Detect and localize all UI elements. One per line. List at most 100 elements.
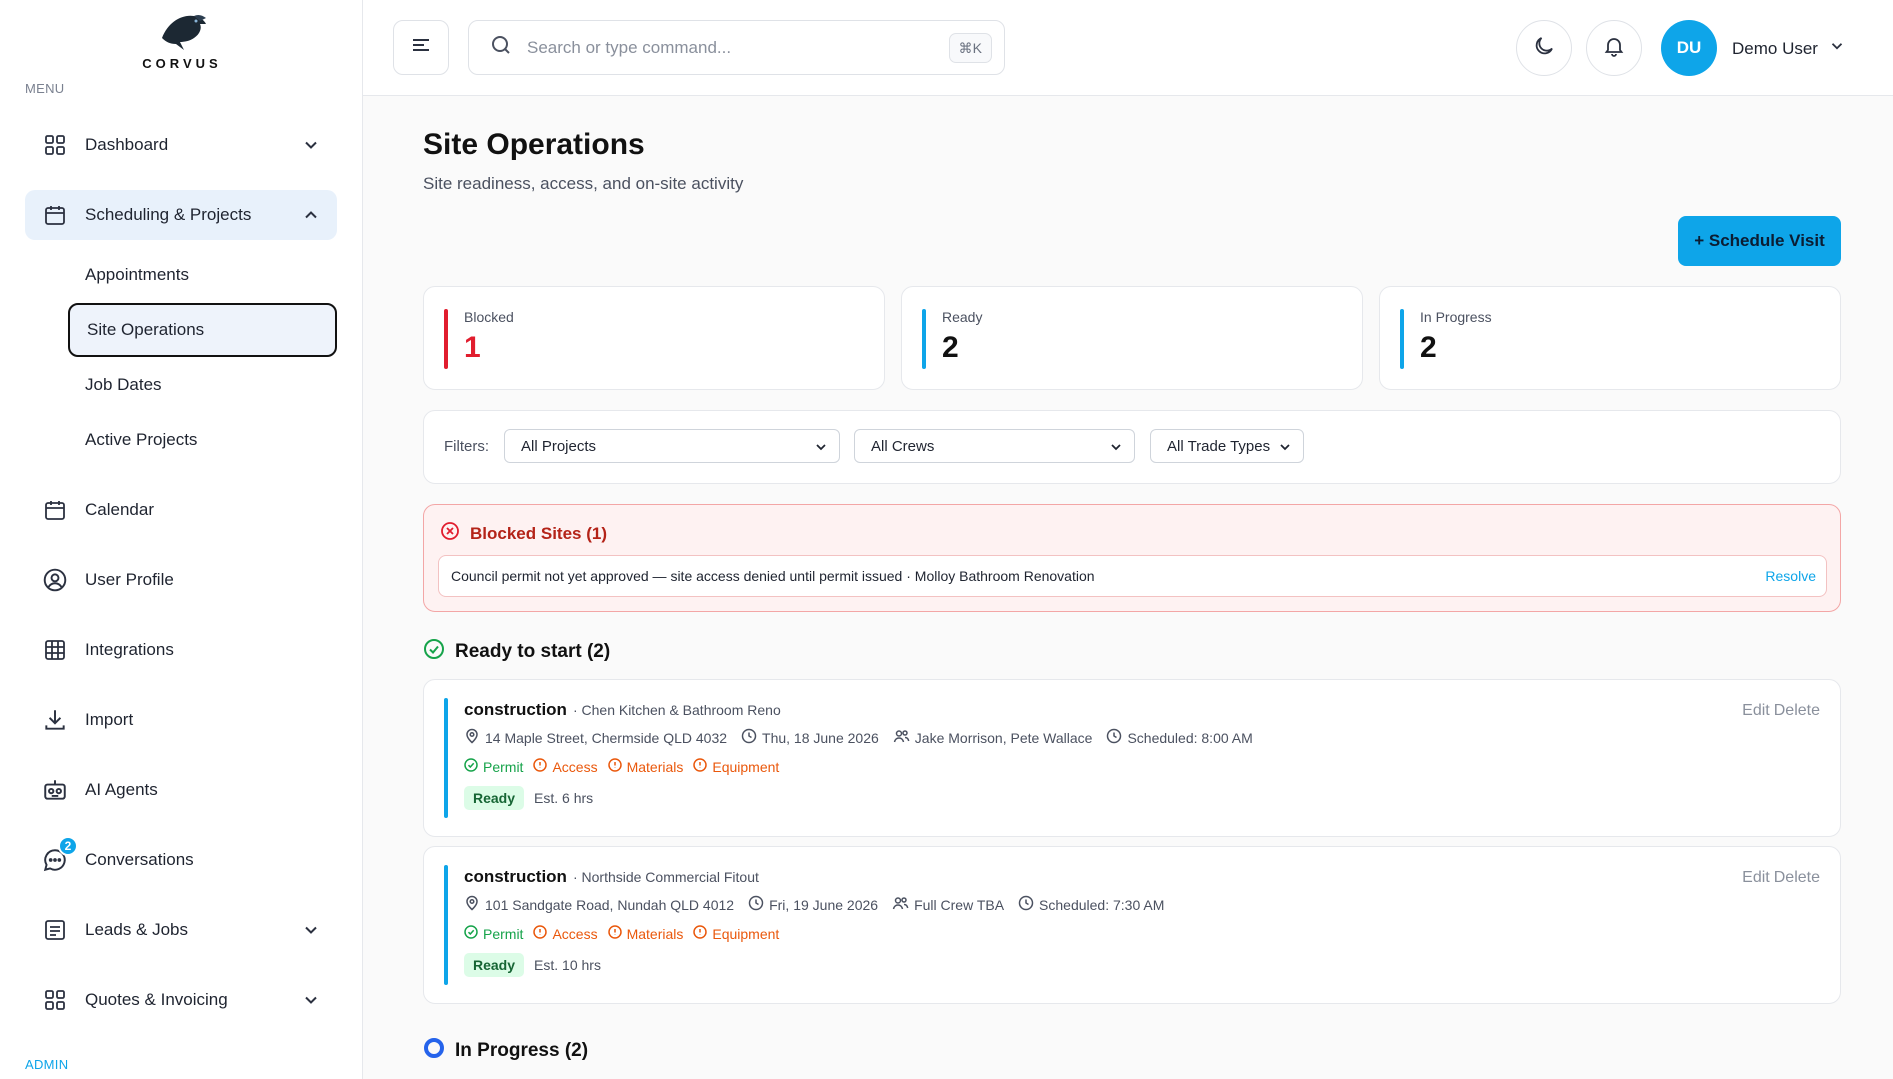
filters-bar: Filters: All Projects All Crews All Trad… (423, 410, 1841, 484)
access-check: Access (533, 925, 598, 942)
check-label: Materials (626, 758, 684, 775)
search-icon (489, 33, 513, 62)
stat-card-ready[interactable]: Ready 2 (901, 286, 1363, 390)
search-shortcut-hint: ⌘K (948, 33, 992, 63)
edit-button[interactable]: Edit (1742, 702, 1770, 720)
job-type: construction (464, 700, 567, 719)
blocked-reason: Council permit not yet approved — site a… (451, 568, 1095, 584)
clock-icon (1018, 895, 1034, 914)
job-status-row: Ready Est. 6 hrs (464, 786, 593, 810)
stat-value: 2 (942, 331, 959, 364)
chevron-down-icon (1828, 37, 1846, 60)
user-menu[interactable]: Demo User (1732, 37, 1846, 60)
sidebar-item-dashboard[interactable]: Dashboard (25, 120, 337, 170)
sidebar-item-integrations[interactable]: Integrations (25, 625, 337, 675)
sidebar-item-label: Calendar (85, 500, 154, 519)
avatar[interactable]: DU (1661, 20, 1717, 76)
sidebar-subitem-site-operations[interactable]: Site Operations (68, 303, 337, 357)
permit-check: Permit (464, 758, 523, 775)
table-icon (41, 636, 69, 664)
sidebar-item-ai-agents[interactable]: AI Agents (25, 765, 337, 815)
sidebar-item-import[interactable]: Import (25, 695, 337, 745)
schedule-visit-button[interactable]: + Schedule Visit (1678, 216, 1841, 266)
map-pin-icon (464, 895, 480, 914)
job-type: construction (464, 867, 567, 886)
sidebar-item-label: AI Agents (85, 780, 158, 799)
notifications-button[interactable] (1586, 20, 1642, 76)
job-project: · Northside Commercial Fitout (572, 869, 759, 885)
page-subtitle: Site readiness, access, and on-site acti… (423, 174, 744, 193)
ready-section-header: Ready to start (2) (423, 638, 610, 666)
user-name: Demo User (1732, 38, 1818, 58)
select-value: All Crews (871, 437, 935, 455)
status-bar-red (444, 309, 448, 369)
sidebar-subitem-appointments[interactable]: Appointments (68, 248, 337, 302)
list-icon (41, 916, 69, 944)
job-meta: 14 Maple Street, Chermside QLD 4032 Thu,… (464, 728, 1267, 747)
check-label: Permit (483, 925, 524, 942)
sidebar-item-label: Integrations (85, 640, 174, 659)
topbar: ⌘K DU Demo User (363, 0, 1893, 96)
calendar-icon (41, 201, 69, 229)
delete-button[interactable]: Delete (1774, 702, 1820, 720)
alert-circle-icon (607, 925, 622, 942)
x-circle-icon (440, 521, 460, 546)
status-badge: Ready (464, 786, 525, 810)
sidebar-item-label: Dashboard (85, 135, 169, 154)
sidebar-item-label: Scheduling & Projects (85, 205, 252, 224)
blocked-sites-title: Blocked Sites (1) (470, 523, 607, 543)
job-card[interactable]: construction · Northside Commercial Fitou… (423, 846, 1841, 1004)
check-label: Permit (483, 758, 524, 775)
sidebar-toggle-button[interactable] (393, 20, 449, 75)
project-filter-select[interactable]: All Projects (504, 429, 840, 463)
date-text: Thu, 18 June 2026 (762, 729, 879, 746)
job-card[interactable]: construction · Chen Kitchen & Bathroom Re… (423, 679, 1841, 837)
job-readiness-checks: Permit Access Materials Equipment (464, 758, 789, 775)
search-box: ⌘K (468, 20, 1005, 75)
brand-name: CORVUS (142, 56, 222, 71)
map-pin-icon (464, 728, 480, 747)
job-date: Thu, 18 June 2026 (741, 728, 879, 747)
brand-logo[interactable]: CORVUS (142, 8, 222, 72)
search-input[interactable] (527, 37, 927, 58)
sidebar-item-scheduling-projects[interactable]: Scheduling & Projects (25, 190, 337, 240)
main-content: Site Operations Site readiness, access, … (363, 96, 1893, 1079)
bell-icon (1602, 34, 1626, 63)
check-label: Access (552, 758, 598, 775)
job-actions: Edit Delete (1742, 702, 1820, 720)
scheduled-text: Scheduled: 8:00 AM (1127, 729, 1253, 746)
stat-card-blocked[interactable]: Blocked 1 (423, 286, 885, 390)
status-bar-blue (1400, 309, 1404, 369)
delete-button[interactable]: Delete (1774, 869, 1820, 887)
crew-text: Jake Morrison, Pete Wallace (914, 729, 1093, 746)
alert-circle-icon (693, 925, 708, 942)
grid-icon (41, 986, 69, 1014)
job-status-bar (444, 698, 448, 818)
sidebar-item-quotes-invoicing[interactable]: Quotes & Invoicing (25, 975, 337, 1025)
sidebar-item-leads-jobs[interactable]: Leads & Jobs (25, 905, 337, 955)
date-text: Fri, 19 June 2026 (769, 896, 879, 913)
progress-circle-icon (423, 1037, 445, 1065)
check-label: Access (552, 925, 598, 942)
stat-card-in-progress[interactable]: In Progress 2 (1379, 286, 1841, 390)
alert-circle-icon (607, 758, 622, 775)
check-circle-icon (423, 638, 445, 666)
resolve-link[interactable]: Resolve (1765, 568, 1816, 584)
sidebar-subitem-active-projects[interactable]: Active Projects (68, 413, 337, 467)
status-bar-blue (922, 309, 926, 369)
grid-icon (41, 131, 69, 159)
sidebar-subitem-job-dates[interactable]: Job Dates (68, 358, 337, 412)
stat-value: 1 (464, 331, 481, 364)
edit-button[interactable]: Edit (1742, 869, 1770, 887)
check-label: Equipment (712, 925, 780, 942)
theme-toggle-button[interactable] (1516, 20, 1572, 76)
blocked-sites-panel: Blocked Sites (1) Council permit not yet… (423, 504, 1841, 612)
chevron-down-icon (301, 920, 321, 945)
sidebar-item-user-profile[interactable]: User Profile (25, 555, 337, 605)
trade-type-filter-select[interactable]: All Trade Types (1150, 429, 1304, 463)
crew-filter-select[interactable]: All Crews (854, 429, 1135, 463)
chevron-down-icon (1108, 439, 1124, 459)
sidebar-item-calendar[interactable]: Calendar (25, 485, 337, 535)
alert-circle-icon (533, 758, 548, 775)
menu-caption: MENU (25, 81, 65, 96)
